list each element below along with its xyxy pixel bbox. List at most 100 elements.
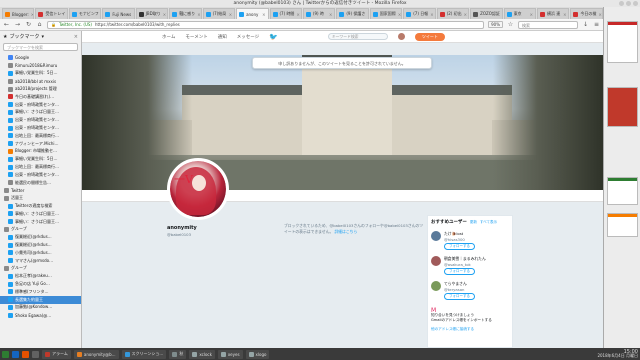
zoom-level[interactable]: 90% bbox=[488, 21, 503, 28]
tab-close-icon[interactable]: × bbox=[229, 12, 232, 17]
tab-close-icon[interactable]: × bbox=[31, 12, 34, 17]
bookmark-item[interactable]: 今日の基礎講習(れ)… bbox=[0, 93, 81, 101]
tab-close-icon[interactable]: × bbox=[502, 12, 503, 17]
twitter-bird-icon[interactable]: 🐦 bbox=[269, 33, 278, 41]
bookmark-item[interactable]: ママさん(@rmsdo… bbox=[0, 257, 81, 265]
browser-tab[interactable]: (9) 保護さ× bbox=[336, 8, 369, 19]
follow-button[interactable]: フォローする bbox=[444, 293, 475, 300]
maximize-button[interactable] bbox=[626, 1, 631, 6]
bookmark-item[interactable]: 松本正孝(@rakeu… bbox=[0, 272, 81, 280]
bookmark-item[interactable]: 加藤勉(@Kondow… bbox=[0, 304, 81, 312]
start-menu-icon[interactable] bbox=[2, 350, 9, 358]
bookmark-item[interactable]: 事細い：さうば日量王… bbox=[0, 210, 81, 218]
tab-close-icon[interactable]: × bbox=[398, 12, 401, 17]
file-manager-icon[interactable] bbox=[12, 350, 19, 358]
suggested-user-avatar[interactable] bbox=[431, 231, 441, 241]
tab-close-icon[interactable]: × bbox=[296, 12, 299, 17]
tab-close-icon[interactable]: × bbox=[197, 12, 200, 17]
bookmark-item[interactable]: 出東・府埼政策センタ… bbox=[0, 171, 81, 179]
bookmark-item[interactable]: 標準感(フリンタ… bbox=[0, 288, 81, 296]
tab-close-icon[interactable]: × bbox=[101, 12, 102, 17]
bookmark-item[interactable]: Twitterの適度な検索 bbox=[0, 202, 81, 210]
follow-button[interactable]: フォローする bbox=[444, 268, 475, 275]
tab-close-icon[interactable]: × bbox=[464, 12, 467, 17]
taskbar-app[interactable]: xclock bbox=[189, 349, 215, 359]
taskbar-app[interactable]: xlogo bbox=[245, 349, 270, 359]
close-sidebar-icon[interactable]: × bbox=[74, 34, 78, 40]
tab-close-icon[interactable]: × bbox=[530, 12, 533, 17]
minimize-button[interactable] bbox=[619, 1, 624, 6]
home-nav[interactable]: ホーム bbox=[162, 34, 175, 40]
find-friends-sub[interactable]: Gmailのアドレス帳をインポートする bbox=[431, 318, 509, 323]
notifications-nav[interactable]: 通知 bbox=[218, 34, 227, 40]
browser-tab[interactable]: 国家国際 × bbox=[369, 8, 403, 19]
window-thumbnail[interactable] bbox=[607, 177, 638, 205]
refresh-link[interactable]: 更新 bbox=[470, 220, 477, 225]
bookmark-star-icon[interactable]: ☆ bbox=[507, 21, 514, 28]
bookmark-folder[interactable]: グループ bbox=[0, 265, 81, 273]
bookmark-folder[interactable]: 活量王 bbox=[0, 194, 81, 202]
bookmark-item[interactable]: 能選民の間標生告… bbox=[0, 179, 81, 187]
bookmark-item[interactable]: 急足の店 Yuji Go… bbox=[0, 280, 81, 288]
tab-close-icon[interactable]: × bbox=[133, 12, 134, 17]
moments-nav[interactable]: モーメント bbox=[185, 34, 207, 40]
forward-arrow-icon[interactable]: → bbox=[14, 21, 21, 28]
taskbar-app[interactable]: anonymity@b... bbox=[73, 349, 119, 359]
browser-tab[interactable]: (7) 時間 × bbox=[269, 8, 302, 19]
clock[interactable]: 15:00 2018年6月4日 月曜日 bbox=[597, 349, 638, 359]
user-avatar[interactable] bbox=[397, 33, 405, 40]
bookmark-folder[interactable]: Twitter bbox=[0, 187, 81, 195]
bookmark-item[interactable]: 復業総近(@rkdus… bbox=[0, 241, 81, 249]
learn-more-link[interactable]: 詳細はこちら bbox=[334, 229, 357, 234]
bookmark-item[interactable]: Shoko Egawa(@… bbox=[0, 311, 81, 319]
home-icon[interactable]: ⌂ bbox=[36, 21, 43, 28]
browser-tab[interactable]: anony × bbox=[236, 8, 269, 19]
view-all-link[interactable]: すべて表示 bbox=[480, 220, 497, 225]
browser-tab[interactable]: 受信トレイ× bbox=[35, 8, 68, 19]
window-thumbnail[interactable] bbox=[607, 213, 638, 237]
browser-tab[interactable]: 横浜 連 × bbox=[537, 8, 570, 19]
bookmark-search-input[interactable]: ブックマークを検索 bbox=[3, 43, 78, 51]
tab-close-icon[interactable]: × bbox=[163, 12, 166, 17]
messages-nav[interactable]: メッセージ bbox=[237, 34, 259, 40]
back-arrow-icon[interactable]: ← bbox=[3, 21, 10, 28]
bookmark-item[interactable]: 事細い：さうば日量王… bbox=[0, 109, 81, 117]
browser-tab[interactable]: JBD取り × bbox=[135, 8, 169, 19]
taskbar-app[interactable]: 秋 bbox=[169, 349, 187, 359]
bookmark-item[interactable]: 長選集た約量王 bbox=[0, 295, 81, 304]
suggested-user-avatar[interactable] bbox=[431, 256, 441, 266]
tab-close-icon[interactable]: × bbox=[430, 12, 433, 17]
bookmark-item[interactable]: 出東・府埼政策センタ… bbox=[0, 124, 81, 132]
bookmark-item[interactable]: ab2018/bbl at mxxis bbox=[0, 77, 81, 85]
bookmark-item[interactable]: Google bbox=[0, 54, 81, 62]
browser-tab[interactable]: 今日の検 × bbox=[570, 8, 603, 19]
close-window-button[interactable] bbox=[633, 1, 638, 6]
tab-close-icon[interactable]: × bbox=[329, 12, 332, 17]
tab-close-icon[interactable]: × bbox=[262, 12, 265, 17]
bookmark-item[interactable]: 事細い党業生科：5日… bbox=[0, 70, 81, 78]
browser-tab[interactable]: (9) 時 × bbox=[302, 8, 336, 19]
follow-button[interactable]: フォローする bbox=[444, 243, 475, 250]
bookmark-item[interactable]: ab2018/projects 管理 bbox=[0, 85, 81, 93]
twitter-search-input[interactable]: キーワード検索 bbox=[327, 33, 388, 40]
url-bar[interactable]: 🔒 Twitter, Inc. (US) https://twitter.com… bbox=[47, 20, 485, 29]
browser-tab[interactable]: 東京 × bbox=[503, 8, 536, 19]
download-icon[interactable]: ↓ bbox=[582, 21, 589, 28]
profile-avatar[interactable]: 一V bbox=[167, 158, 229, 220]
bookmark-item[interactable]: 出地上回：最高標商行… bbox=[0, 132, 81, 140]
bookmark-folder[interactable]: グループ bbox=[0, 226, 81, 234]
browser-search-input[interactable]: 検索 bbox=[518, 20, 578, 29]
bookmark-item[interactable]: Blogger: 市場推動セ… bbox=[0, 148, 81, 156]
window-thumbnail[interactable] bbox=[607, 21, 638, 63]
taskbar-app[interactable]: スクリーンショ… bbox=[121, 349, 167, 359]
reload-icon[interactable]: ↻ bbox=[25, 21, 32, 28]
browser-tab[interactable]: Fuji News× bbox=[102, 8, 135, 19]
window-thumbnail[interactable] bbox=[607, 87, 638, 127]
bookmark-item[interactable]: 事細い：さうば日量王… bbox=[0, 218, 81, 226]
browser-tab[interactable]: Blogger: × bbox=[2, 8, 35, 19]
tab-close-icon[interactable]: × bbox=[563, 12, 566, 17]
bookmark-item[interactable]: ナヴィンヒーア.Michi… bbox=[0, 140, 81, 148]
bookmark-item[interactable]: 出東・府埼政策センタ… bbox=[0, 101, 81, 109]
bookmark-item[interactable]: 出東・府埼政策センタ… bbox=[0, 116, 81, 124]
bookmark-item[interactable]: 事細い党業生科：5日… bbox=[0, 155, 81, 163]
